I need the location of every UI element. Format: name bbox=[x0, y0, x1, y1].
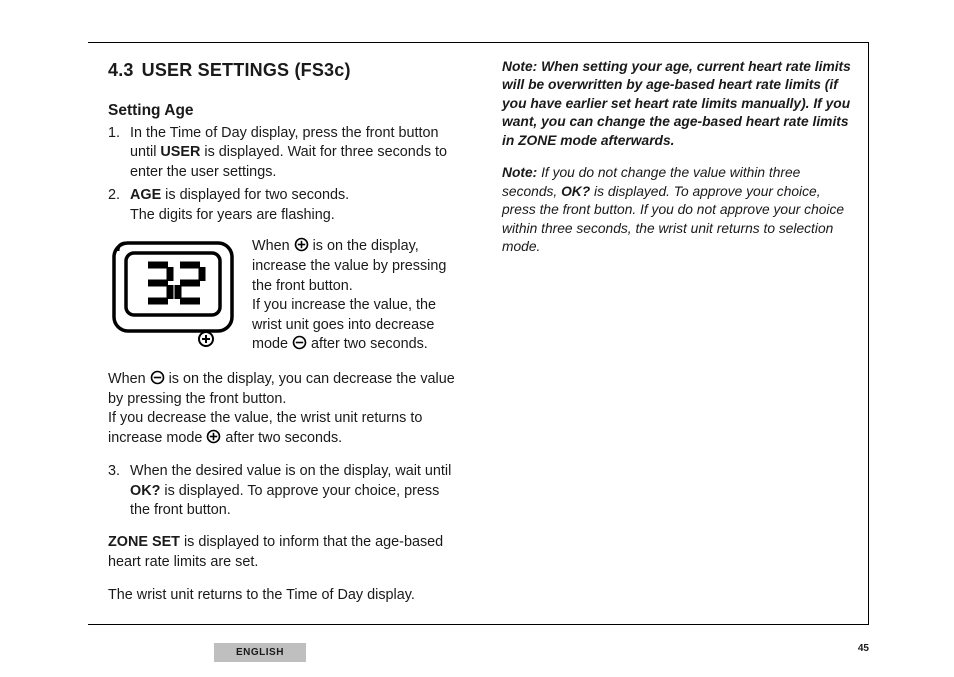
plus-icon bbox=[206, 429, 221, 444]
page-footer: ENGLISH 45 bbox=[88, 625, 869, 677]
plus-text: When is on the display, increase the val… bbox=[252, 237, 460, 354]
step-3: When the desired value is on the display… bbox=[108, 462, 460, 521]
minus-icon bbox=[292, 335, 307, 350]
steps-list-1: In the Time of Day display, press the fr… bbox=[108, 124, 460, 226]
return-text: The wrist unit returns to the Time of Da… bbox=[108, 586, 460, 606]
note-2: Note: If you do not change the value wit… bbox=[502, 164, 854, 256]
section-heading: 4.3 USER SETTINGS (FS3c) bbox=[108, 58, 460, 82]
subsection-title: Setting Age bbox=[108, 100, 460, 121]
note-1: Note: When setting your age, current hea… bbox=[502, 58, 854, 150]
step-2: AGE is displayed for two seconds. The di… bbox=[108, 186, 460, 225]
steps-list-2: When the desired value is on the display… bbox=[108, 462, 460, 521]
page-number: 45 bbox=[858, 643, 869, 654]
device-row: When is on the display, increase the val… bbox=[108, 237, 460, 356]
minus-text: When is on the display, you can decrease… bbox=[108, 370, 460, 448]
section-title: USER SETTINGS (FS3c) bbox=[142, 60, 351, 80]
step-1: In the Time of Day display, press the fr… bbox=[108, 124, 460, 183]
language-tab: ENGLISH bbox=[214, 643, 306, 662]
section-number: 4.3 bbox=[108, 60, 134, 80]
minus-icon bbox=[150, 370, 165, 385]
device-illustration bbox=[108, 237, 238, 356]
plus-icon bbox=[294, 237, 309, 252]
zone-set-text: ZONE SET is displayed to inform that the… bbox=[108, 533, 460, 572]
page-content: 4.3 USER SETTINGS (FS3c) Setting Age In t… bbox=[108, 58, 854, 611]
